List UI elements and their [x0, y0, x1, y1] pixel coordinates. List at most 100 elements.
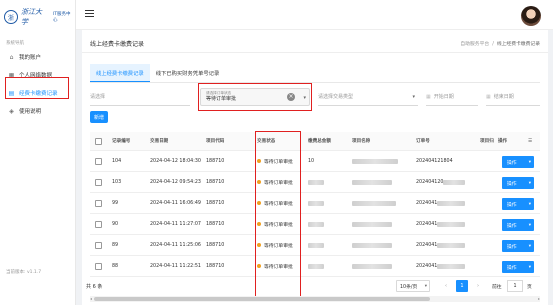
- breadcrumb-item[interactable]: 自助服务平台: [460, 42, 489, 47]
- logo-subtitle: IT服务中心: [52, 12, 71, 23]
- clear-icon[interactable]: ×: [287, 93, 295, 101]
- create-button[interactable]: 新增: [90, 111, 108, 123]
- row-checkbox[interactable]: [95, 262, 102, 270]
- column-settings-icon[interactable]: ☰: [528, 132, 532, 150]
- redacted-project-name: [352, 221, 392, 227]
- operate-label: 操作: [507, 181, 517, 187]
- row-checkbox[interactable]: [95, 178, 102, 186]
- row-checkbox[interactable]: [95, 220, 102, 228]
- operate-button[interactable]: 操作 ▾: [502, 156, 534, 168]
- sidebar-item-label: 个人网络数据: [19, 73, 53, 79]
- chevron-down-icon: ▾: [528, 201, 531, 207]
- operate-label: 操作: [507, 244, 517, 250]
- redacted-amount: [308, 263, 324, 269]
- cell-code: 188710: [206, 200, 225, 206]
- avatar[interactable]: [521, 6, 541, 26]
- col-amount[interactable]: 缴费总金额: [308, 132, 331, 150]
- cell-date: 2024-04-12 18:04:30: [150, 158, 201, 164]
- table-row: 90 2024-04-11 11:27:07 188710 等待订单审批 202…: [90, 214, 540, 235]
- type-select[interactable]: 请选择交易类型 ▾: [318, 88, 418, 106]
- operate-label: 操作: [507, 223, 517, 229]
- col-id[interactable]: 记录编号: [112, 132, 130, 150]
- page-unit-label: 页: [527, 285, 532, 290]
- cell-code: 188710: [206, 179, 225, 185]
- operate-button[interactable]: 操作 ▾: [502, 240, 534, 252]
- redacted-project-name: [352, 158, 398, 164]
- cell-status: 等待订单审批: [264, 243, 293, 249]
- col-project-name[interactable]: 项目名称: [352, 132, 370, 150]
- redacted-project-name: [352, 179, 392, 185]
- table-row: 99 2024-04-11 16:06:49 188710 等待订单审批 202…: [90, 193, 540, 214]
- col-operate: 操作: [498, 139, 508, 144]
- cell-date: 2024-04-11 11:27:07: [150, 221, 201, 227]
- sidebar-item-label: 使用说明: [19, 109, 42, 115]
- main-card: 线上经费卡缴费记录 自助服务平台 / 线上经费卡缴费记录 线上经费卡缴费记录 线下已…: [82, 30, 548, 305]
- status-dot: [257, 243, 261, 247]
- next-page-icon[interactable]: ›: [472, 280, 484, 292]
- project-select[interactable]: 请选择: [90, 88, 190, 106]
- page-size-select[interactable]: 10条/页 ▾: [396, 280, 430, 292]
- prev-page-icon[interactable]: ‹: [440, 280, 452, 292]
- pagination-bar: 共 6 条 10条/页 ▾ ‹ 1 › 前往 1 页: [82, 277, 548, 297]
- col-code[interactable]: 项目代码: [206, 132, 224, 150]
- table-row: 89 2024-04-11 11:25:06 188710 等待订单审批 202…: [90, 235, 540, 256]
- row-checkbox[interactable]: [95, 157, 102, 165]
- col-date[interactable]: 交易日期: [150, 132, 168, 150]
- page-size-value: 10条/页: [400, 284, 418, 290]
- cell-id: 90: [112, 221, 119, 227]
- redacted-order: [437, 263, 466, 269]
- page-number[interactable]: 1: [456, 280, 468, 292]
- cell-id: 88: [112, 263, 119, 269]
- tab-offline-records[interactable]: 线下已购买财务凭单号记录: [150, 64, 226, 82]
- sidebar-item-account[interactable]: ⌂ 我的账户: [0, 48, 75, 66]
- cell-id: 99: [112, 200, 119, 206]
- col-order[interactable]: 订单号: [416, 132, 430, 150]
- operate-button[interactable]: 操作 ▾: [502, 177, 534, 189]
- col-project-owner[interactable]: 项目归: [480, 132, 494, 150]
- status-dot: [257, 180, 261, 184]
- brand-logo[interactable]: 浙 浙江大学 IT服务中心: [0, 0, 75, 34]
- sidebar-item-payment-records[interactable]: ▤ 经费卡缴费记录: [0, 84, 75, 102]
- status-select-value: 等待订单审批: [206, 96, 237, 102]
- cell-code: 188710: [206, 242, 225, 248]
- divider: [82, 52, 548, 53]
- operate-button[interactable]: 操作 ▾: [502, 198, 534, 210]
- redacted-project-name: [352, 242, 392, 248]
- tab-online-records[interactable]: 线上经费卡缴费记录: [90, 64, 150, 82]
- cell-date: 2024-04-11 11:25:06: [150, 242, 201, 248]
- redacted-amount: [308, 242, 324, 248]
- operate-button[interactable]: 操作 ▾: [502, 261, 534, 273]
- select-all-checkbox[interactable]: [95, 137, 102, 145]
- operate-button[interactable]: 操作 ▾: [502, 219, 534, 231]
- col-status[interactable]: 交易状态: [257, 132, 275, 150]
- breadcrumb: 自助服务平台 / 线上经费卡缴费记录: [460, 42, 540, 47]
- sidebar-item-help[interactable]: ◈ 使用说明: [0, 102, 75, 120]
- status-dot: [257, 264, 261, 268]
- goto-input[interactable]: 1: [507, 280, 523, 292]
- cell-amount: 10: [308, 158, 315, 164]
- calendar-icon: ▦: [486, 93, 491, 100]
- chevron-down-icon: ▾: [528, 180, 531, 186]
- home-icon: ⌂: [9, 53, 14, 61]
- status-dot: [257, 222, 261, 226]
- menu-toggle-icon[interactable]: [85, 10, 94, 17]
- scrollbar-thumb[interactable]: [94, 297, 430, 301]
- version-text: 当前版本: v1.1.7: [6, 270, 42, 275]
- cell-order: 2024041: [416, 242, 438, 248]
- top-header: [76, 0, 553, 30]
- row-checkbox[interactable]: [95, 199, 102, 207]
- university-seal-icon: 浙: [4, 10, 18, 24]
- divider: [90, 82, 540, 83]
- sidebar-item-network-data[interactable]: ▦ 个人网络数据: [0, 66, 75, 84]
- status-select[interactable]: 请选择订单状态 等待订单审批 × ▾: [200, 88, 310, 106]
- redacted-project-name: [352, 263, 392, 269]
- redacted-amount: [308, 200, 324, 206]
- cell-order: 202404121804: [416, 158, 453, 164]
- cell-status: 等待订单审批: [264, 222, 293, 228]
- cell-status: 等待订单审批: [264, 159, 293, 165]
- cell-date: 2024-04-11 11:22:51: [150, 263, 201, 269]
- end-date-input[interactable]: ▦ 结束日期: [486, 88, 540, 106]
- redacted-amount: [308, 179, 324, 185]
- start-date-input[interactable]: ▦ 开始日期: [426, 88, 478, 106]
- row-checkbox[interactable]: [95, 241, 102, 249]
